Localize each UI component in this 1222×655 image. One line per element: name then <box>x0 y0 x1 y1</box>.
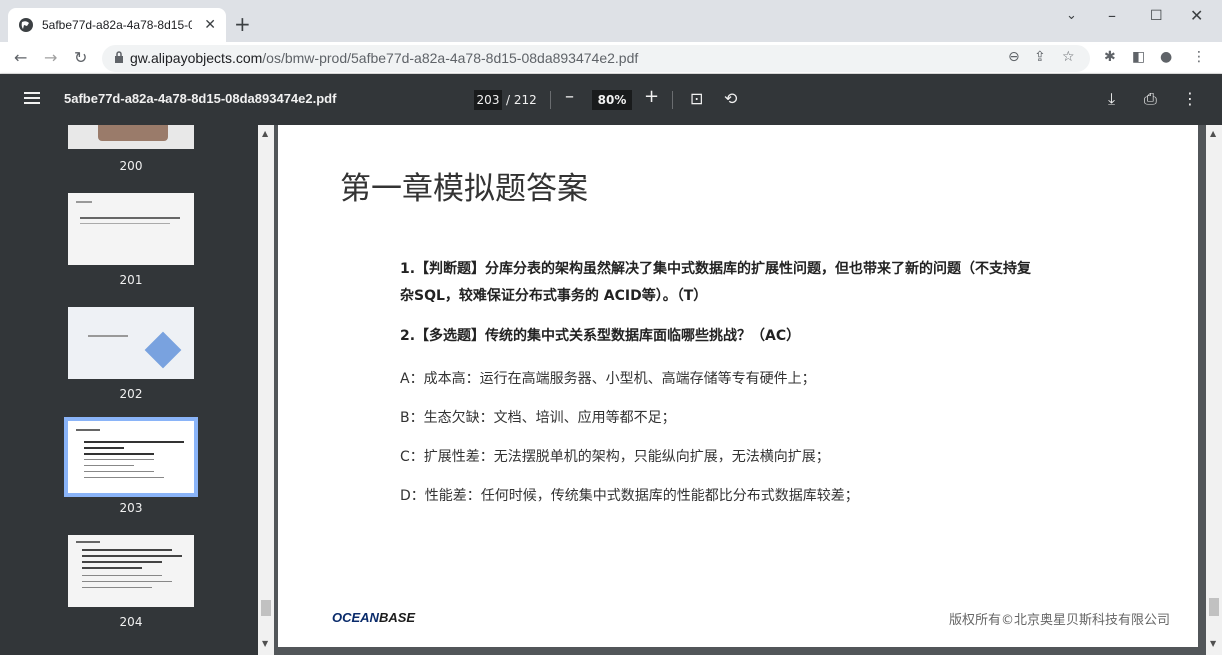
viewer-scroll-thumb[interactable] <box>1209 598 1219 616</box>
lock-icon <box>115 51 123 63</box>
tab-search-icon[interactable]: ⌄ <box>1066 8 1077 23</box>
url-text: gw.alipayobjects.com/os/bmw-prod/5afbe77… <box>130 50 639 66</box>
page-thumbnail[interactable] <box>68 535 194 607</box>
bookmark-star-icon[interactable]: ☆ <box>1062 49 1075 65</box>
pdf-filename: 5afbe77d-a82a-4a78-8d15-08da893474e2.pdf <box>64 91 337 106</box>
forward-icon[interactable]: → <box>44 48 57 67</box>
new-tab-icon[interactable]: + <box>234 12 251 36</box>
page-number-input[interactable]: 203 <box>474 90 502 110</box>
hamburger-menu-icon[interactable] <box>24 89 42 107</box>
zoom-input[interactable]: 80% <box>592 90 632 110</box>
option-b: B：生态欠缺：文档、培训、应用等都不足； <box>400 410 676 426</box>
browser-tab[interactable]: 5afbe77d-a82a-4a78-8d15-08 ✕ <box>8 8 226 42</box>
page-thumbnail[interactable] <box>68 307 194 379</box>
pdf-viewport[interactable]: 第一章模拟题答案 1.【判断题】分库分表的架构虽然解决了集中式数据库的扩展性问题… <box>274 125 1206 655</box>
share-icon[interactable]: ⇪ <box>1034 49 1046 65</box>
question-1-line-2: 杂SQL，较难保证分布式事务的 ACID等）。（T） <box>400 288 708 304</box>
extensions-icon[interactable]: ✱ <box>1104 49 1116 65</box>
option-a: A：成本高：运行在高端服务器、小型机、高端存储等专有硬件上； <box>400 371 816 387</box>
rotate-icon[interactable]: ⟲ <box>724 89 737 108</box>
page-thumbnail-selected[interactable] <box>64 417 198 497</box>
pdf-toolbar: 5afbe77d-a82a-4a78-8d15-08da893474e2.pdf… <box>0 74 1222 125</box>
thumbnail-sidebar: 200 201 202 203 204 <box>0 125 258 655</box>
question-1-line-1: 1.【判断题】分库分表的架构虽然解决了集中式数据库的扩展性问题，但也带来了新的问… <box>400 261 1032 277</box>
sidebar-scroll-thumb[interactable] <box>261 600 271 616</box>
page-thumbnail[interactable] <box>68 193 194 265</box>
reload-icon[interactable]: ↻ <box>74 48 87 67</box>
fit-page-icon[interactable]: ⊡ <box>690 89 703 108</box>
download-icon[interactable]: ⤓ <box>1108 89 1115 109</box>
tab-title: 5afbe77d-a82a-4a78-8d15-08 <box>42 18 192 32</box>
profile-avatar-icon[interactable]: ● <box>1160 49 1172 65</box>
scroll-down-icon[interactable]: ▼ <box>262 639 268 648</box>
scroll-down-icon[interactable]: ▼ <box>1210 639 1216 648</box>
toolbar-divider <box>550 91 551 109</box>
window-close-icon[interactable]: ✕ <box>1190 6 1203 25</box>
copyright-text: 版权所有©北京奥星贝斯科技有限公司 <box>948 613 1170 628</box>
scroll-up-icon[interactable]: ▲ <box>1210 129 1216 138</box>
page-title: 第一章模拟题答案 <box>340 171 588 207</box>
globe-icon <box>19 18 33 32</box>
thumbnail-page-number: 203 <box>119 501 143 515</box>
question-2: 2.【多选题】传统的集中式关系型数据库面临哪些挑战？（AC） <box>400 328 801 344</box>
page-thumbnail[interactable] <box>68 125 194 149</box>
zoom-out-icon[interactable]: – <box>565 86 574 107</box>
address-toolbar: ← → ↻ gw.alipayobjects.com/os/bmw-prod/5… <box>0 42 1222 74</box>
scroll-up-icon[interactable]: ▲ <box>262 129 268 138</box>
sidebar-scrollbar[interactable]: ▲ ▼ <box>258 125 274 655</box>
side-panel-icon[interactable]: ◧ <box>1132 49 1145 65</box>
thumbnail-page-number: 200 <box>119 159 143 173</box>
viewer-scrollbar[interactable]: ▲ ▼ <box>1206 125 1222 655</box>
minimize-icon[interactable]: – <box>1108 6 1116 25</box>
tab-close-icon[interactable]: ✕ <box>204 17 216 33</box>
back-icon[interactable]: ← <box>14 48 27 67</box>
print-icon[interactable]: ⎙ <box>1144 89 1157 109</box>
oceanbase-logo: OCEANBASE <box>332 610 416 625</box>
pdf-page: 第一章模拟题答案 1.【判断题】分库分表的架构虽然解决了集中式数据库的扩展性问题… <box>278 125 1198 647</box>
chrome-menu-icon[interactable]: ⋮ <box>1192 49 1206 65</box>
address-bar[interactable]: gw.alipayobjects.com/os/bmw-prod/5afbe77… <box>102 45 1090 72</box>
option-d: D：性能差：任何时候，传统集中式数据库的性能都比分布式数据库较差； <box>400 488 859 504</box>
toolbar-divider <box>672 91 673 109</box>
zoom-icon[interactable]: ⊖ <box>1008 49 1020 65</box>
option-c: C：扩展性差：无法摆脱单机的架构，只能纵向扩展，无法横向扩展； <box>400 449 830 465</box>
zoom-in-icon[interactable]: + <box>644 86 659 107</box>
maximize-icon[interactable]: ☐ <box>1150 8 1163 24</box>
tab-strip: 5afbe77d-a82a-4a78-8d15-08 ✕ + ⌄ – ☐ ✕ <box>0 0 1222 42</box>
thumbnail-page-number: 201 <box>119 273 143 287</box>
page-total: / 212 <box>506 93 537 107</box>
thumbnail-page-number: 204 <box>119 615 143 629</box>
thumbnail-page-number: 202 <box>119 387 143 401</box>
more-actions-icon[interactable]: ⋮ <box>1182 89 1198 108</box>
